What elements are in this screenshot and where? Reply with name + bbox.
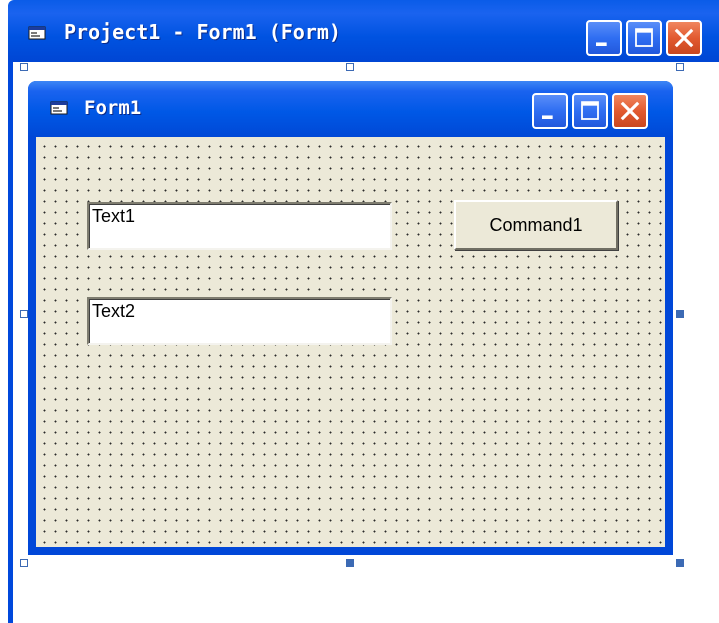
designer-close-button[interactable] (666, 20, 702, 56)
minimize-icon (542, 115, 553, 119)
form1-minimize-button[interactable] (532, 93, 568, 129)
resize-handle-right[interactable] (676, 310, 684, 318)
close-icon (620, 101, 640, 121)
form1-title: Form1 (84, 97, 142, 119)
designer-maximize-button[interactable] (626, 20, 662, 56)
resize-handle-bottom-right[interactable] (676, 559, 684, 567)
resize-handle-top (346, 63, 354, 71)
minimize-icon (596, 42, 607, 46)
maximize-icon (581, 101, 599, 120)
form1-window: Form1 Text1 Text2 Command1 (28, 81, 673, 555)
designer-window: Project1 - Form1 (Form) Form1 Text1 Text… (0, 0, 719, 623)
resize-handle-bottom[interactable] (346, 559, 354, 567)
form1-design-surface[interactable]: Text1 Text2 Command1 (36, 137, 665, 547)
designer-title: Project1 - Form1 (Form) (64, 20, 341, 44)
command1-button[interactable]: Command1 (454, 200, 618, 250)
designer-titlebar[interactable]: Project1 - Form1 (Form) (8, 0, 719, 67)
resize-handle-bottom-left (20, 559, 28, 567)
form-window-icon (50, 100, 68, 116)
form1-titlebar[interactable]: Form1 (28, 81, 673, 137)
form-window-icon (28, 25, 46, 41)
text2-textbox[interactable]: Text2 (87, 297, 392, 345)
designer-minimize-button[interactable] (586, 20, 622, 56)
resize-handle-top-right (676, 63, 684, 71)
text1-textbox[interactable]: Text1 (87, 202, 392, 250)
maximize-icon (635, 28, 653, 47)
form1-close-button[interactable] (612, 93, 648, 129)
resize-handle-top-left (20, 63, 28, 71)
resize-handle-left (20, 310, 28, 318)
close-icon (674, 28, 694, 48)
form1-maximize-button[interactable] (572, 93, 608, 129)
